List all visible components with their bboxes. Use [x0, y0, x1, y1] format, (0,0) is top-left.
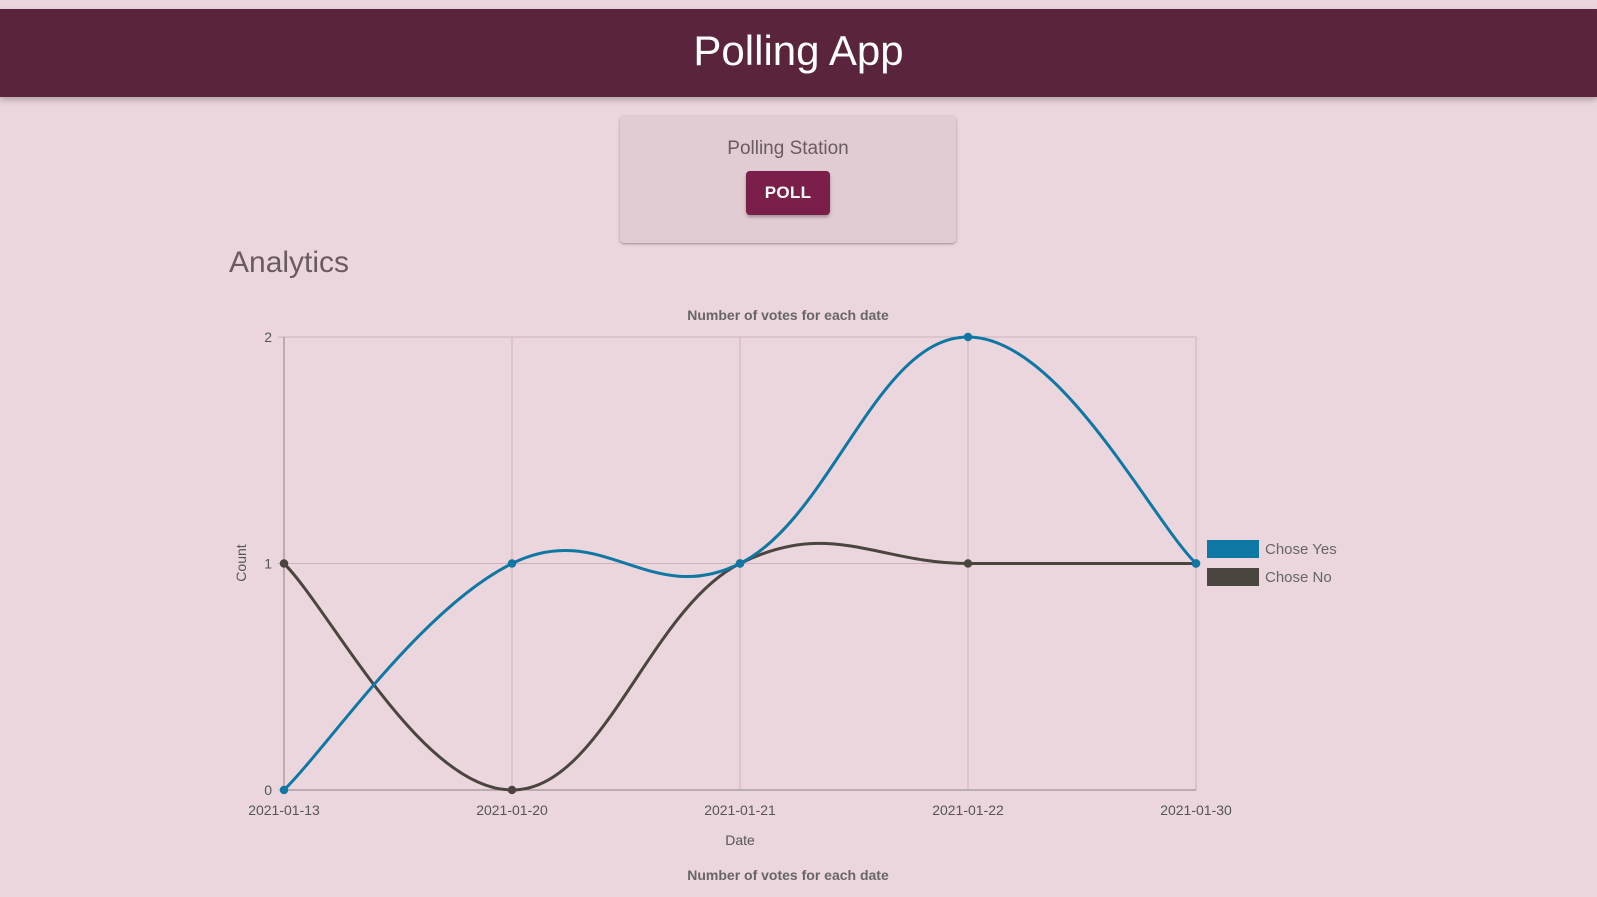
- data-point-chose-yes[interactable]: [1191, 559, 1201, 568]
- legend-swatch-chose-yes[interactable]: [1207, 540, 1259, 558]
- chart-legend[interactable]: Chose Yes Chose No: [1207, 540, 1337, 586]
- x-tick-label: 2021-01-20: [476, 802, 548, 818]
- y-tick-label: 2: [264, 329, 272, 345]
- x-tick-label: 2021-01-13: [248, 802, 320, 818]
- data-point-chose-yes[interactable]: [963, 332, 973, 342]
- votes-line-chart: 0 1 2 2021-01-13 2021-01-20 2021-01-21 2021-01…: [233, 307, 1337, 883]
- data-point-chose-yes[interactable]: [735, 559, 745, 568]
- y-tick-label: 1: [264, 556, 272, 572]
- x-axis-title: Date: [725, 832, 755, 848]
- chart-title: Number of votes for each date: [687, 307, 889, 323]
- legend-label-chose-no[interactable]: Chose No: [1265, 569, 1332, 586]
- data-point-chose-yes[interactable]: [279, 785, 289, 795]
- data-point-chose-no[interactable]: [507, 785, 517, 795]
- y-tick-label: 0: [264, 782, 272, 798]
- legend-swatch-chose-no[interactable]: [1207, 568, 1259, 586]
- x-tick-label: 2021-01-22: [932, 802, 1004, 818]
- second-chart-title: Number of votes for each date: [687, 867, 889, 883]
- x-tick-label: 2021-01-21: [704, 802, 776, 818]
- legend-label-chose-yes[interactable]: Chose Yes: [1265, 541, 1337, 558]
- y-axis-title: Count: [233, 544, 249, 581]
- data-point-chose-yes[interactable]: [507, 559, 517, 568]
- data-point-chose-no[interactable]: [963, 559, 973, 568]
- data-point-chose-no[interactable]: [279, 559, 289, 568]
- x-tick-label: 2021-01-30: [1160, 802, 1232, 818]
